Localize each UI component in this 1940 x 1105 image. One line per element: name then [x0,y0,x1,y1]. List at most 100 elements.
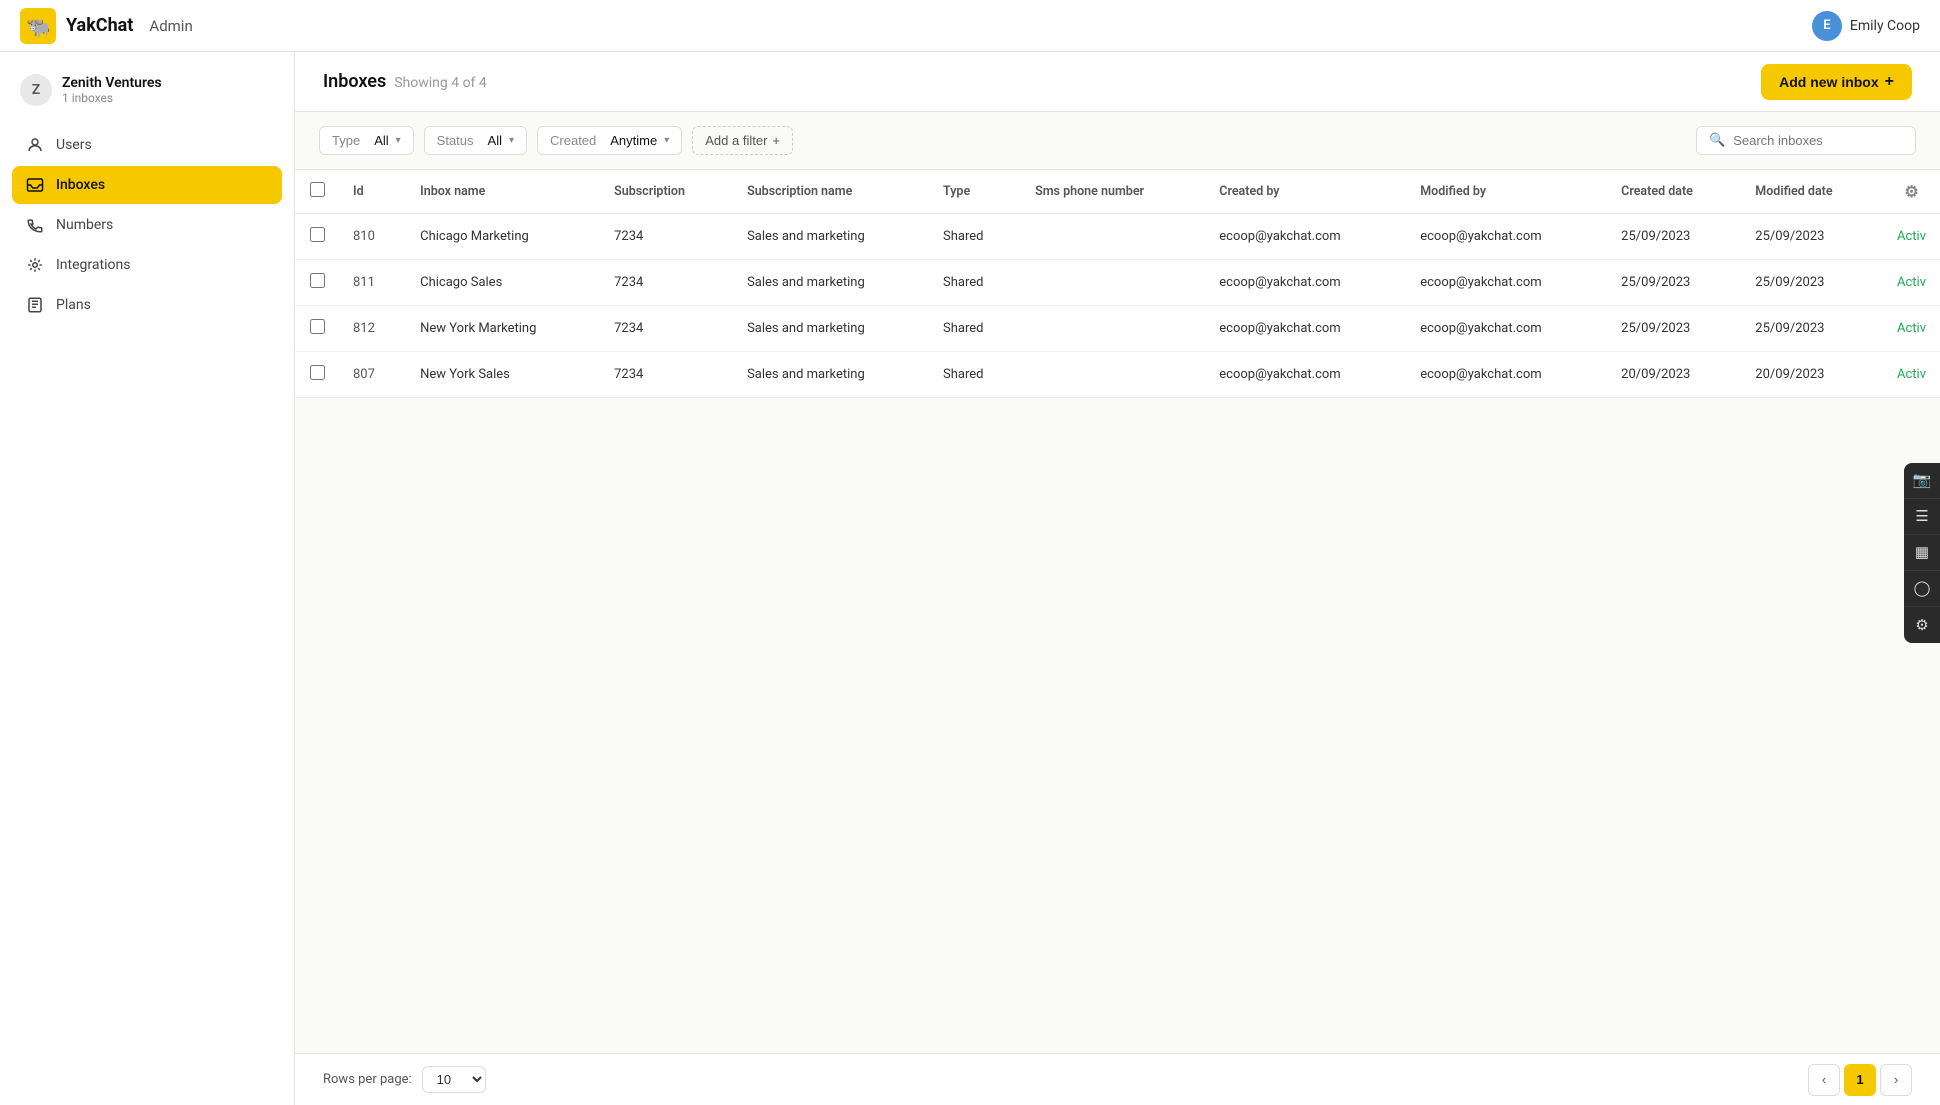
col-header-created-date: Created date [1607,170,1741,214]
col-header-inbox-name: Inbox name [406,170,600,214]
row-id: 811 [339,260,406,306]
sidebar-item-inboxes[interactable]: Inboxes [12,166,282,204]
row-id: 807 [339,352,406,398]
svg-text:🐃: 🐃 [26,17,51,39]
row-status: Activ [1883,214,1940,260]
sidebar-item-numbers-label: Numbers [56,217,113,233]
search-input[interactable] [1733,133,1903,148]
row-sms-phone [1021,306,1205,352]
workspace-name: Zenith Ventures [62,75,162,91]
row-checkbox-cell [295,306,339,352]
user-menu[interactable]: E Emily Coop [1812,11,1920,41]
col-header-subscription: Subscription [600,170,733,214]
table-body: 810 Chicago Marketing 7234 Sales and mar… [295,214,1940,398]
row-subscription: 7234 [600,352,733,398]
row-inbox-name: New York Marketing [406,306,600,352]
page-subtitle: Showing 4 of 4 [394,75,487,91]
add-filter-button[interactable]: Add a filter + [692,126,793,155]
col-header-subscription-name: Subscription name [733,170,929,214]
row-inbox-name: Chicago Marketing [406,214,600,260]
page-header: Inboxes Showing 4 of 4 Add new inbox + [295,52,1940,112]
row-id: 810 [339,214,406,260]
status-filter-value: All [488,133,502,148]
sidebar-item-inboxes-label: Inboxes [56,177,105,193]
float-list-button[interactable]: ☰ [1904,499,1940,535]
sidebar-item-plans[interactable]: Plans [12,286,282,324]
filters-bar: Type All ▾ Status All ▾ Created Anytime … [295,112,1940,170]
type-filter-value: All [374,133,388,148]
col-header-type: Type [929,170,1021,214]
type-chevron-icon: ▾ [396,135,401,146]
type-filter-label: Type [332,133,360,148]
row-status: Activ [1883,352,1940,398]
float-circle-button[interactable]: ◯ [1904,571,1940,607]
sidebar-item-users[interactable]: Users [12,126,282,164]
row-created-date: 20/09/2023 [1607,352,1741,398]
row-checkbox-0[interactable] [310,227,325,242]
workspace-area[interactable]: Z Zenith Ventures 1 inboxes [0,62,294,122]
col-header-modified-date: Modified date [1741,170,1883,214]
logo[interactable]: 🐃 YakChat Admin [20,8,193,44]
float-settings-button[interactable]: ⚙ [1904,607,1940,643]
row-inbox-name: Chicago Sales [406,260,600,306]
logo-text: YakChat [66,15,133,36]
col-header-id: Id [339,170,406,214]
row-checkbox-2[interactable] [310,319,325,334]
page-title-area: Inboxes Showing 4 of 4 [323,71,487,92]
created-filter[interactable]: Created Anytime ▾ [537,126,682,155]
user-name: Emily Coop [1850,18,1920,34]
row-created-by: ecoop@yakchat.com [1205,214,1406,260]
next-page-button[interactable]: › [1880,1064,1912,1096]
workspace-avatar: Z [20,74,52,106]
row-type: Shared [929,352,1021,398]
rows-per-page-select[interactable]: 10 25 50 100 [422,1066,486,1093]
table-settings-icon[interactable]: ⚙ [1904,182,1918,201]
row-sms-phone [1021,352,1205,398]
page-controls: ‹ 1 › [1808,1064,1912,1096]
row-created-date: 25/09/2023 [1607,260,1741,306]
row-modified-by: ecoop@yakchat.com [1406,352,1607,398]
add-inbox-button[interactable]: Add new inbox + [1761,64,1912,100]
row-subscription-name: Sales and marketing [733,306,929,352]
user-avatar: E [1812,11,1842,41]
page-title: Inboxes [323,71,386,92]
row-inbox-name: New York Sales [406,352,600,398]
col-checkbox [295,170,339,214]
row-id: 812 [339,306,406,352]
col-header-created-by: Created by [1205,170,1406,214]
table-row: 810 Chicago Marketing 7234 Sales and mar… [295,214,1940,260]
person-icon [26,136,44,154]
row-modified-by: ecoop@yakchat.com [1406,306,1607,352]
sidebar-item-users-label: Users [56,137,92,153]
row-subscription-name: Sales and marketing [733,260,929,306]
float-camera-button[interactable]: 📷 [1904,463,1940,499]
page-1-button[interactable]: 1 [1844,1064,1876,1096]
float-grid-button[interactable]: ▦ [1904,535,1940,571]
col-header-settings: ⚙ [1883,170,1940,214]
row-type: Shared [929,214,1021,260]
row-modified-by: ecoop@yakchat.com [1406,260,1607,306]
row-subscription: 7234 [600,260,733,306]
row-checkbox-cell [295,260,339,306]
sidebar-nav: Users Inboxes Numbers [0,122,294,328]
table-wrapper: Id Inbox name Subscription Subscription … [295,170,1940,1105]
add-filter-label: Add a filter [705,133,767,148]
sidebar: Z Zenith Ventures 1 inboxes Users [0,52,295,1105]
status-filter[interactable]: Status All ▾ [424,126,527,155]
sidebar-item-integrations-label: Integrations [56,257,130,273]
row-type: Shared [929,260,1021,306]
row-modified-date: 25/09/2023 [1741,306,1883,352]
created-chevron-icon: ▾ [664,135,669,146]
prev-page-button[interactable]: ‹ [1808,1064,1840,1096]
select-all-checkbox[interactable] [310,182,325,197]
row-checkbox-1[interactable] [310,273,325,288]
row-checkbox-3[interactable] [310,365,325,380]
sidebar-item-plans-label: Plans [56,297,91,313]
row-modified-date: 25/09/2023 [1741,214,1883,260]
row-created-by: ecoop@yakchat.com [1205,260,1406,306]
type-filter[interactable]: Type All ▾ [319,126,414,155]
sidebar-item-integrations[interactable]: Integrations [12,246,282,284]
row-modified-date: 25/09/2023 [1741,260,1883,306]
sidebar-item-numbers[interactable]: Numbers [12,206,282,244]
row-checkbox-cell [295,352,339,398]
